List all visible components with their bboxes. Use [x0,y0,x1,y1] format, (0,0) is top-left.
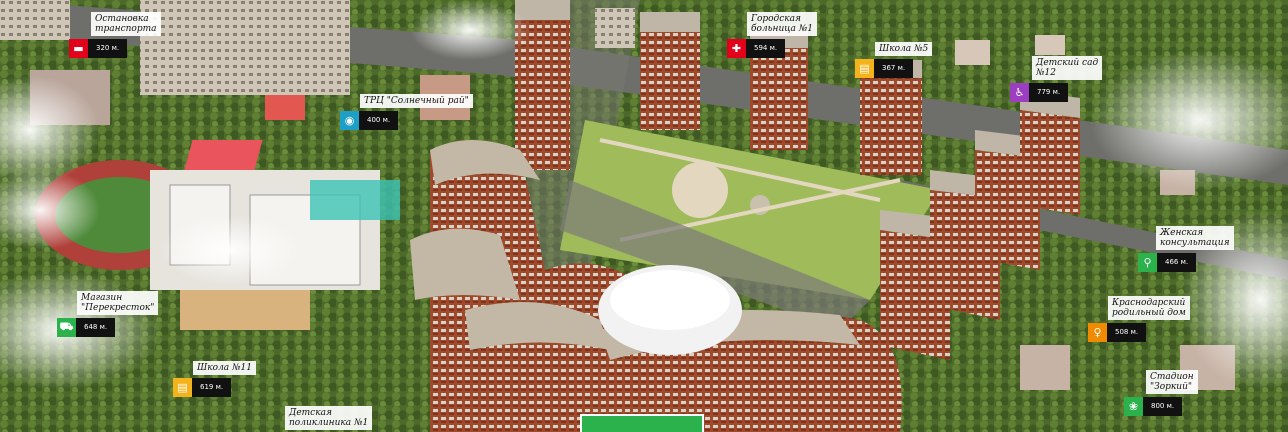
poi-bus-stop[interactable]: Остановка транспорта ▬ 320 м. [69,12,161,58]
poi-kindergarten[interactable]: Детский сад №12 ♿ 779 м. [1010,56,1103,102]
poi-distance: 466 м. [1157,253,1197,272]
baby-icon: ♀ [1088,323,1107,342]
poi-mall[interactable]: ТРЦ "Солнечный рай" ◉ 400 м. [340,88,473,130]
poi-school-11[interactable]: Школа №11 ▤ 619 м. [173,355,256,397]
poi-label: Стадион "Зоркий" [1146,370,1198,394]
poi-distance: 800 м. [1143,397,1183,416]
poi-childrens-clinic[interactable]: Детская поликлиника №1 [285,406,373,430]
poi-label: Остановка транспорта [91,12,161,36]
aerial-map: Остановка транспорта ▬ 320 м. Городская … [0,0,1288,432]
poi-maternity[interactable]: Краснодарский родильный дом ♀ 508 м. [1088,296,1190,342]
poi-label: Магазин "Перекресток" [77,291,159,315]
medical-cross-icon: ✚ [727,39,746,58]
poi-label: ТРЦ "Солнечный рай" [360,94,473,108]
poi-distance: 648 м. [76,318,116,337]
stroller-icon: ♿ [1010,83,1029,102]
cart-icon: ⛟ [57,318,76,337]
poi-label: Городская больница №1 [747,12,818,36]
poi-school-5[interactable]: Школа №5 ▤ 367 м. [855,36,933,78]
poi-distance: 400 м. [359,111,399,130]
poi-label: Краснодарский родильный дом [1108,296,1190,320]
poi-distance: 619 м. [192,378,232,397]
poi-womens-clinic[interactable]: Женская консультация ⚲ 466 м. [1138,226,1234,272]
poi-distance: 594 м. [746,39,786,58]
poi-distance: 508 м. [1107,323,1147,342]
school-icon: ▤ [855,59,874,78]
poi-distance: 367 м. [874,59,914,78]
poi-label: Школа №11 [193,361,256,375]
stadium-icon: ❀ [1124,397,1143,416]
magnifier-icon: ⚲ [1138,253,1157,272]
poi-store[interactable]: Магазин "Перекресток" ⛟ 648 м. [57,291,159,337]
poi-distance: 779 м. [1029,83,1069,102]
poi-label: Детский сад №12 [1032,56,1103,80]
poi-distance: 320 м. [88,39,128,58]
shopping-center-icon: ◉ [340,111,359,130]
bus-icon: ▬ [69,39,88,58]
poi-hospital[interactable]: Городская больница №1 ✚ 594 м. [727,12,818,58]
poi-stadium[interactable]: Стадион "Зоркий" ❀ 800 м. [1124,370,1198,416]
school-icon: ▤ [173,378,192,397]
poi-label: Детская поликлиника №1 [285,406,373,430]
poi-label: Женская консультация [1156,226,1234,250]
poi-label: Школа №5 [875,42,933,56]
cta-button[interactable] [580,414,704,432]
